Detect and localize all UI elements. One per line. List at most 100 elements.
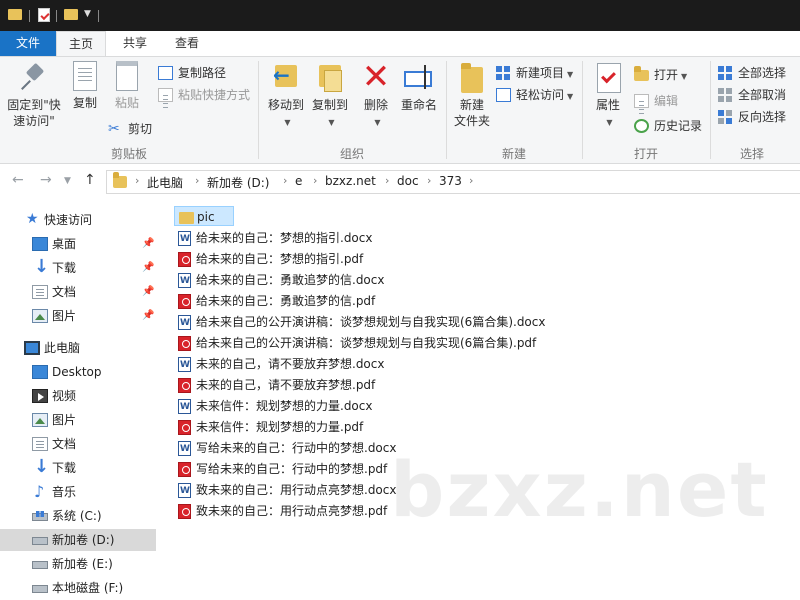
scissors-icon: ✂	[108, 121, 120, 137]
forward-arrow-icon[interactable]: →	[40, 172, 52, 188]
cut-button[interactable]: ✂ 剪切	[108, 119, 152, 139]
file-name: 给未来的自己：勇敢追梦的信.pdf	[196, 294, 376, 308]
delete-label: 删除	[363, 98, 388, 112]
tab-home[interactable]: 主页	[56, 31, 106, 56]
nav-item-drive-f[interactable]: 本地磁盘 (F:)	[0, 577, 156, 599]
invert-selection-button[interactable]: 反向选择	[718, 107, 786, 127]
customize-chevron-icon[interactable]: ▼	[84, 9, 91, 25]
new-item-button[interactable]: 新建项目 ▼	[496, 63, 573, 83]
history-icon	[634, 119, 649, 133]
file-item[interactable]: 给未来自己的公开演讲稿：谈梦想规划与自我实现(6篇合集).docx	[174, 312, 545, 333]
file-item[interactable]: 未来信件：规划梦想的力量.pdf	[174, 417, 363, 437]
paste-button[interactable]: 粘贴	[108, 61, 146, 111]
nav-item-downloads[interactable]: 下载 📌	[0, 256, 156, 279]
drive-icon	[32, 561, 48, 569]
select-all-icon	[718, 66, 733, 80]
move-to-button[interactable]: 移动到 ▼	[264, 61, 308, 131]
breadcrumb-bzxz[interactable]: bzxz.net	[325, 174, 376, 188]
paste-shortcut-button[interactable]: 粘贴快捷方式	[158, 85, 250, 109]
new-folder-button[interactable]: 新建 文件夹	[450, 61, 494, 129]
select-all-button[interactable]: 全部选择	[718, 63, 786, 83]
file-item[interactable]: 给未来的自己：梦想的指引.docx	[174, 228, 372, 249]
history-button[interactable]: 历史记录	[634, 116, 702, 136]
copy-button[interactable]: 复制	[66, 61, 104, 111]
open-button[interactable]: 打开 ▼	[634, 65, 687, 85]
word-doc-icon	[178, 481, 191, 501]
breadcrumb-doc[interactable]: doc	[397, 174, 419, 188]
breadcrumb-separator[interactable]: ›	[385, 174, 389, 187]
pin-quick-access-button[interactable]: 固定到"快 速访问"	[4, 61, 64, 129]
nav-this-pc[interactable]: 此电脑	[0, 337, 156, 359]
nav-item-music[interactable]: 音乐	[0, 481, 156, 503]
pdf-icon	[178, 504, 191, 519]
nav-label: 音乐	[52, 485, 77, 499]
nav-item-desktop-pc[interactable]: Desktop	[0, 361, 156, 383]
invert-selection-icon	[718, 110, 733, 124]
file-item[interactable]: 给未来的自己：勇敢追梦的信.docx	[174, 270, 384, 291]
breadcrumb-this-pc[interactable]: 此电脑	[147, 174, 183, 191]
file-item[interactable]: 未来的自己，请不要放弃梦想.docx	[174, 354, 384, 375]
file-item-folder[interactable]: pic	[174, 206, 234, 226]
nav-item-pictures[interactable]: 图片 📌	[0, 305, 156, 327]
rename-icon	[404, 61, 434, 93]
breadcrumb-separator[interactable]: ›	[313, 174, 317, 187]
nav-item-downloads-pc[interactable]: 下载	[0, 456, 156, 479]
breadcrumb-separator[interactable]: ›	[283, 174, 287, 187]
rename-button[interactable]: 重命名	[398, 61, 440, 113]
new-folder-icon[interactable]	[64, 9, 78, 20]
download-icon	[32, 456, 49, 478]
breadcrumb-separator[interactable]: ›	[195, 174, 199, 187]
copy-path-button[interactable]: 复制路径	[158, 63, 226, 83]
chevron-down-icon: ▼	[284, 118, 291, 127]
nav-item-drive-d[interactable]: 新加卷 (D:)	[0, 529, 156, 551]
breadcrumb-chevron-icon[interactable]: ›	[469, 174, 473, 187]
nav-item-desktop[interactable]: 桌面 📌	[0, 233, 156, 255]
nav-item-drive-c[interactable]: 系统 (C:)	[0, 505, 156, 527]
file-item[interactable]: 给未来的自己：梦想的指引.pdf	[174, 249, 363, 269]
breadcrumb-separator[interactable]: ›	[135, 174, 139, 187]
open-icon	[634, 66, 649, 81]
star-icon	[26, 208, 42, 230]
file-item[interactable]: 未来信件：规划梦想的力量.docx	[174, 396, 372, 417]
file-item[interactable]: 致未来的自己：用行动点亮梦想.docx	[174, 480, 396, 501]
nav-item-documents-pc[interactable]: 文档	[0, 433, 156, 455]
nav-label: 系统 (C:)	[52, 509, 102, 523]
properties-icon[interactable]	[38, 8, 50, 22]
breadcrumb-e[interactable]: e	[295, 174, 302, 188]
recent-chevron-icon[interactable]: ▼	[64, 176, 71, 186]
address-bar[interactable]: › 此电脑 › 新加卷 (D:) › e › bzxz.net › doc › …	[106, 170, 800, 194]
pdf-icon	[178, 252, 191, 267]
back-arrow-icon[interactable]: ←	[12, 172, 24, 188]
select-none-button[interactable]: 全部取消	[718, 85, 786, 105]
edit-button[interactable]: 编辑	[634, 91, 678, 115]
folder-icon[interactable]	[8, 9, 22, 20]
breadcrumb-drive-d[interactable]: 新加卷 (D:)	[207, 174, 269, 191]
file-item[interactable]: 给未来自己的公开演讲稿：谈梦想规划与自我实现(6篇合集).pdf	[174, 333, 536, 353]
tab-share[interactable]: 共享	[110, 31, 160, 56]
easy-access-button[interactable]: 轻松访问 ▼	[496, 85, 573, 105]
file-item[interactable]: 给未来的自己：勇敢追梦的信.pdf	[174, 291, 375, 311]
breadcrumb-separator[interactable]: ›	[427, 174, 431, 187]
separator	[98, 10, 99, 22]
nav-item-videos[interactable]: 视频	[0, 385, 156, 407]
copy-to-button[interactable]: 复制到 ▼	[308, 61, 352, 131]
file-name: 写给未来的自己：行动中的梦想.pdf	[196, 462, 388, 476]
rename-label: 重命名	[400, 98, 437, 112]
nav-item-pictures-pc[interactable]: 图片	[0, 409, 156, 431]
pdf-icon	[178, 294, 191, 309]
file-item[interactable]: 写给未来的自己：行动中的梦想.pdf	[174, 459, 387, 479]
tab-file[interactable]: 文件	[0, 31, 56, 56]
address-row: ← → ▼ ↑ › 此电脑 › 新加卷 (D:) › e › bzxz.net …	[0, 164, 800, 200]
delete-button[interactable]: ✕ 删除 ▼	[358, 60, 394, 131]
file-item[interactable]: 写给未来的自己：行动中的梦想.docx	[174, 438, 396, 459]
breadcrumb-373[interactable]: 373	[439, 174, 462, 188]
nav-quick-access[interactable]: 快速访问	[0, 208, 156, 231]
tab-view[interactable]: 查看	[162, 31, 212, 56]
file-item[interactable]: 未来的自己，请不要放弃梦想.pdf	[174, 375, 375, 395]
nav-item-documents[interactable]: 文档 📌	[0, 281, 156, 303]
up-arrow-icon[interactable]: ↑	[84, 172, 96, 188]
file-name: 致未来的自己：用行动点亮梦想.pdf	[196, 504, 388, 518]
file-item[interactable]: 致未来的自己：用行动点亮梦想.pdf	[174, 501, 387, 521]
properties-button[interactable]: 属性 ▼	[588, 61, 628, 131]
nav-item-drive-e[interactable]: 新加卷 (E:)	[0, 553, 156, 575]
